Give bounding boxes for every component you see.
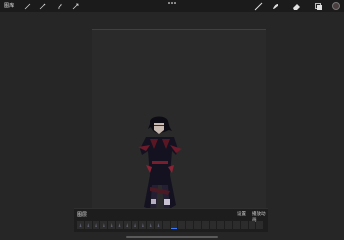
timeline-frame[interactable] (115, 221, 123, 229)
eraser-icon[interactable] (291, 1, 301, 11)
timeline-frame[interactable] (193, 221, 201, 229)
timeline-frame[interactable] (162, 221, 170, 229)
frame-thumbnail (87, 223, 90, 227)
home-indicator[interactable] (126, 236, 218, 238)
smudge-icon[interactable] (270, 1, 280, 11)
timeline-frame[interactable] (209, 221, 217, 229)
timeline-frame[interactable] (92, 221, 100, 229)
transform-icon[interactable] (70, 1, 80, 11)
frame-thumbnail (126, 223, 129, 227)
timeline-frame[interactable] (240, 221, 248, 229)
wrench-icon[interactable] (22, 1, 32, 11)
timeline-frame[interactable] (232, 221, 240, 229)
frame-thumbnail (79, 223, 82, 227)
timeline-frame[interactable] (131, 221, 139, 229)
frame-strip (77, 221, 264, 229)
selection-icon[interactable] (55, 1, 65, 11)
timeline-frame[interactable] (139, 221, 147, 229)
frame-thumbnail (157, 223, 160, 227)
timeline-frame[interactable] (256, 221, 264, 229)
drawing-canvas[interactable] (92, 29, 266, 217)
timeline-frame[interactable] (217, 221, 225, 229)
gallery-button[interactable]: 图库 (4, 2, 14, 9)
timeline-frame[interactable] (100, 221, 108, 229)
timeline-frame[interactable] (170, 221, 178, 229)
more-handle[interactable] (168, 2, 176, 4)
magic-wand-icon[interactable] (37, 1, 47, 11)
timeline-frame[interactable] (154, 221, 162, 229)
timeline-frame[interactable] (178, 221, 186, 229)
frame-thumbnail (102, 223, 105, 227)
frame-thumbnail (95, 223, 97, 227)
timeline-title: 图层 (77, 212, 88, 218)
brush-icon[interactable] (253, 1, 263, 11)
settings-button[interactable]: 设置 (237, 211, 246, 217)
canvas-edge (92, 29, 266, 30)
timeline-frame[interactable] (248, 221, 256, 229)
frame-thumbnail (118, 223, 121, 227)
color-swatch[interactable] (332, 2, 340, 10)
timeline-frame[interactable] (84, 221, 92, 229)
timeline-frame[interactable] (186, 221, 193, 229)
timeline-frame[interactable] (225, 221, 232, 229)
layers-icon[interactable] (313, 1, 323, 11)
animation-timeline: 图层 设置 播放动画 (74, 208, 268, 232)
timeline-frame[interactable] (147, 221, 154, 229)
timeline-frame[interactable] (77, 221, 84, 229)
top-toolbar: 图库 (0, 0, 344, 12)
timeline-frame[interactable] (108, 221, 115, 229)
frame-thumbnail (134, 223, 136, 227)
frame-thumbnail (149, 223, 152, 227)
timeline-frame[interactable] (123, 221, 131, 229)
frame-thumbnail (110, 223, 113, 227)
timeline-frame[interactable] (201, 221, 209, 229)
frame-thumbnail (141, 223, 144, 227)
